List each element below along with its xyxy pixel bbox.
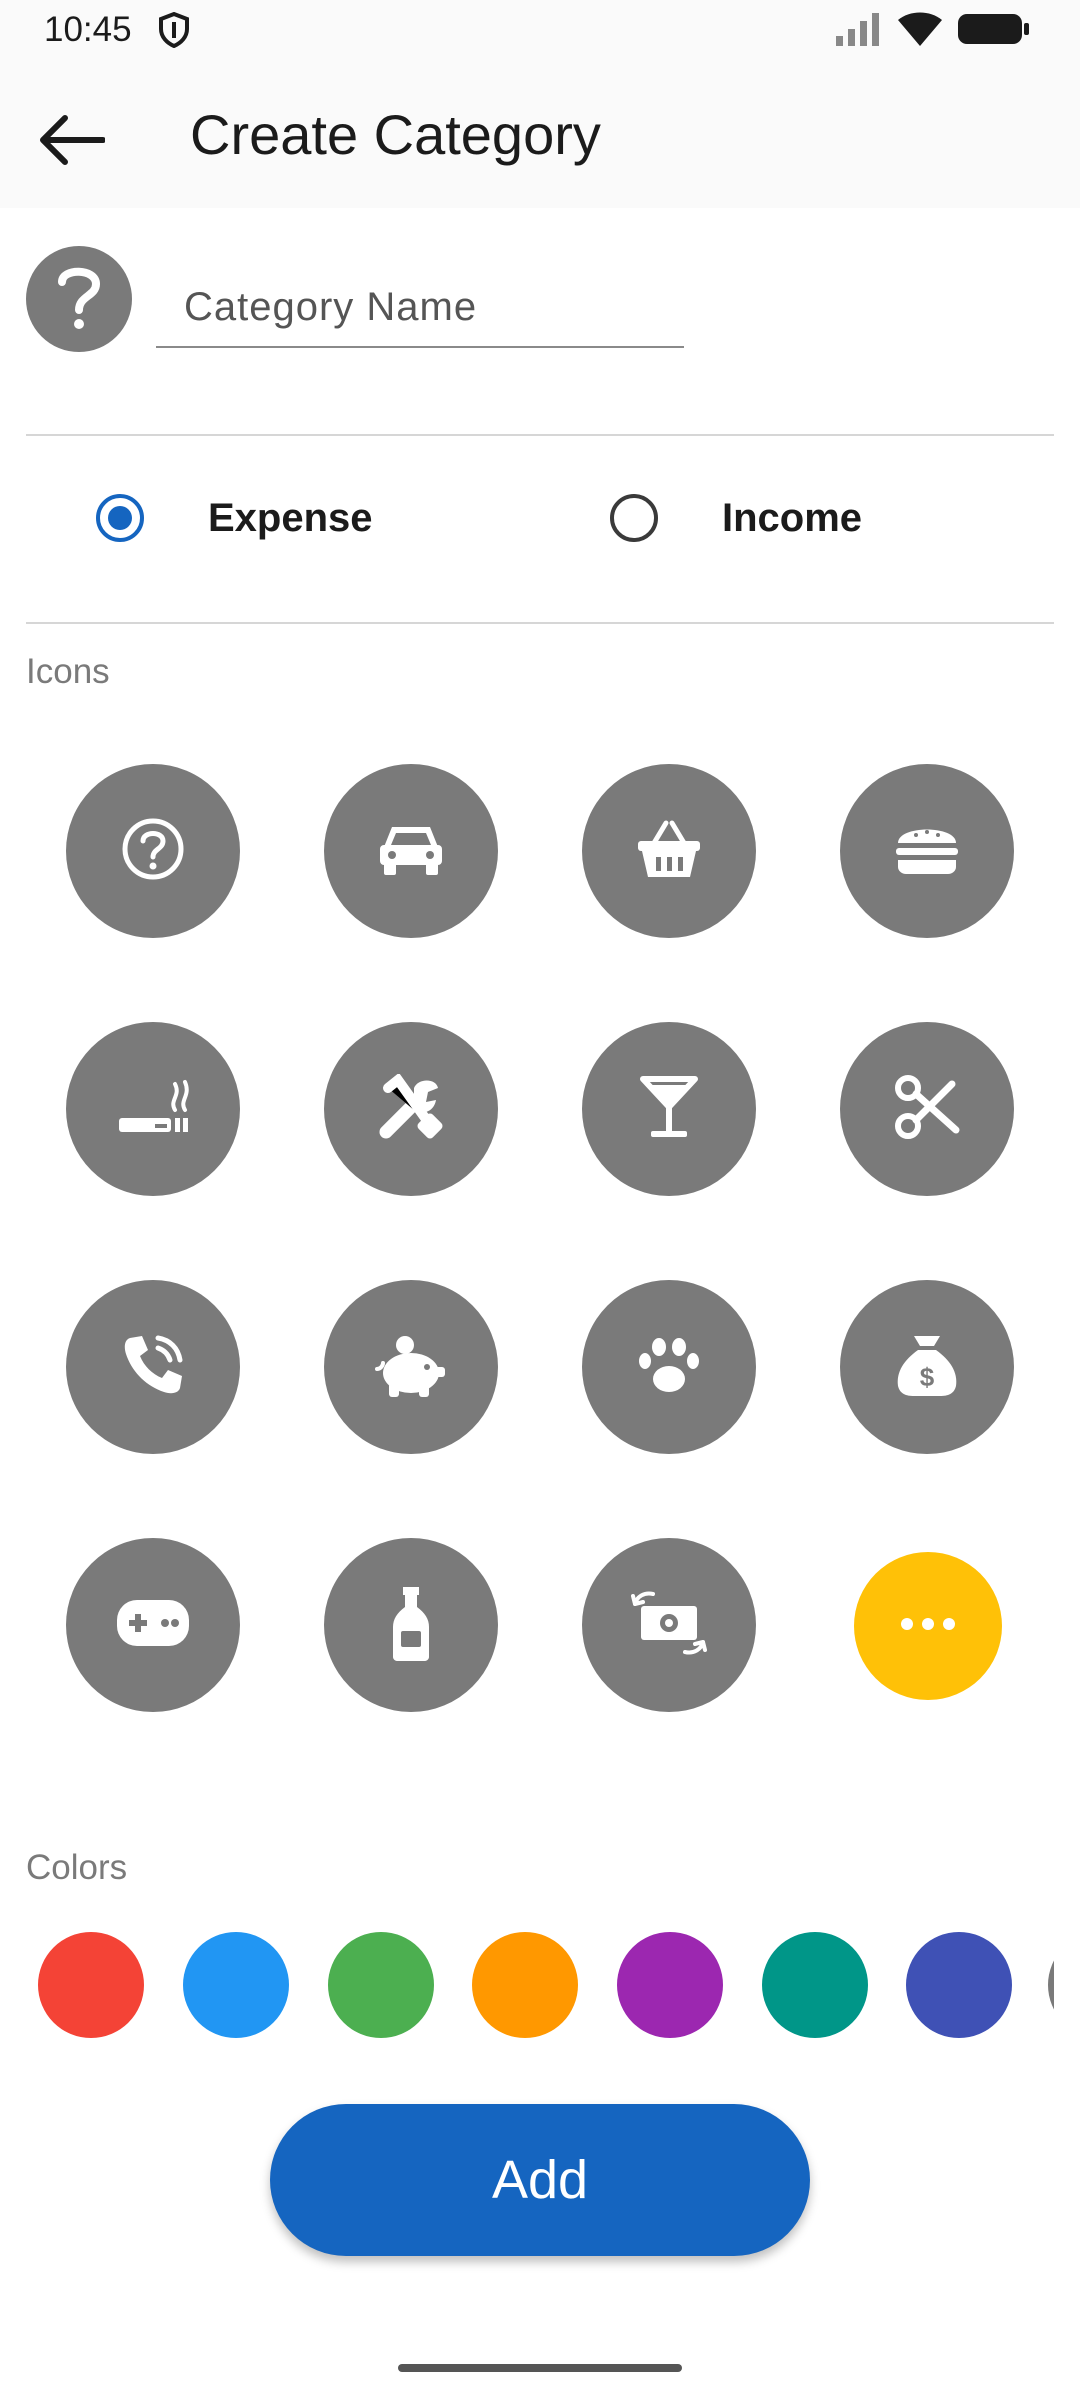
smoking-icon: [117, 1074, 189, 1145]
icon-option-phone[interactable]: [66, 1280, 240, 1454]
icon-option-bottle[interactable]: [324, 1538, 498, 1712]
icon-option-smoking[interactable]: [66, 1022, 240, 1196]
expense-label: Expense: [208, 495, 373, 540]
app-bar: Create Category: [0, 62, 1080, 208]
icon-option-cocktail[interactable]: [582, 1022, 756, 1196]
expense-option[interactable]: Expense: [96, 494, 373, 542]
color-swatch-teal[interactable]: [762, 1932, 868, 2038]
money-bag-icon: $: [896, 1332, 958, 1403]
icon-option-gamepad[interactable]: [66, 1538, 240, 1712]
shopping-basket-icon: [636, 819, 702, 884]
icon-option-piggy-bank[interactable]: [324, 1280, 498, 1454]
back-button[interactable]: [30, 100, 114, 184]
car-icon: [378, 821, 444, 882]
battery-icon: [958, 12, 1030, 51]
paw-icon: [637, 1335, 701, 1400]
burger-icon: [894, 821, 960, 882]
question-circle-icon: [121, 817, 185, 886]
selected-icon-preview[interactable]: [26, 246, 132, 352]
icon-option-burger[interactable]: [840, 764, 1014, 938]
signal-icon: [836, 12, 882, 51]
svg-text:$: $: [920, 1362, 935, 1392]
icon-option-question[interactable]: [66, 764, 240, 938]
color-swatch-orange[interactable]: [472, 1932, 578, 2038]
income-option[interactable]: Income: [610, 494, 862, 542]
money-exchange-icon: [631, 1590, 707, 1661]
icon-option-money-exchange[interactable]: [582, 1538, 756, 1712]
icon-option-scissors[interactable]: [840, 1022, 1014, 1196]
cocktail-icon: [639, 1075, 699, 1144]
icons-section-label: Icons: [26, 652, 110, 691]
color-swatch-indigo[interactable]: [906, 1932, 1012, 2038]
icon-option-tools[interactable]: [324, 1022, 498, 1196]
page-title: Create Category: [190, 103, 601, 166]
color-swatch-red[interactable]: [38, 1932, 144, 2038]
category-name-row: [26, 246, 1054, 366]
expense-radio[interactable]: [96, 494, 144, 542]
wifi-icon: [898, 12, 942, 51]
color-swatch-blue[interactable]: [183, 1932, 289, 2038]
shield-icon: [158, 11, 190, 53]
color-swatch-grey-clip: [1048, 1932, 1054, 2038]
income-radio[interactable]: [610, 494, 658, 542]
add-button[interactable]: Add: [270, 2104, 810, 2256]
income-label: Income: [722, 495, 863, 540]
scissors-icon: [894, 1074, 960, 1145]
color-swatch-green[interactable]: [328, 1932, 434, 2038]
color-swatch-grey[interactable]: [1048, 1932, 1054, 2038]
status-bar: 10:45: [0, 0, 1080, 62]
status-icons: [836, 12, 1030, 51]
bottle-icon: [391, 1585, 431, 1666]
divider: [26, 622, 1054, 624]
status-time: 10:45: [44, 10, 132, 49]
icon-option-more[interactable]: [854, 1552, 1002, 1700]
tools-icon: [378, 1072, 444, 1145]
icon-option-basket[interactable]: [582, 764, 756, 938]
home-indicator[interactable]: [398, 2364, 682, 2372]
piggy-bank-icon: [375, 1333, 447, 1402]
gamepad-icon: [115, 1598, 191, 1653]
icon-option-money-bag[interactable]: $: [840, 1280, 1014, 1454]
phone-call-icon: [120, 1332, 186, 1403]
more-icon: [900, 1617, 956, 1636]
arrow-left-icon: [39, 114, 106, 170]
type-selector: Expense Income: [0, 434, 1080, 624]
icon-option-car[interactable]: [324, 764, 498, 938]
colors-section-label: Colors: [26, 1848, 128, 1887]
question-mark-icon: [54, 264, 104, 335]
icon-option-paw[interactable]: [582, 1280, 756, 1454]
color-swatch-purple[interactable]: [617, 1932, 723, 2038]
category-name-input[interactable]: [156, 268, 684, 348]
